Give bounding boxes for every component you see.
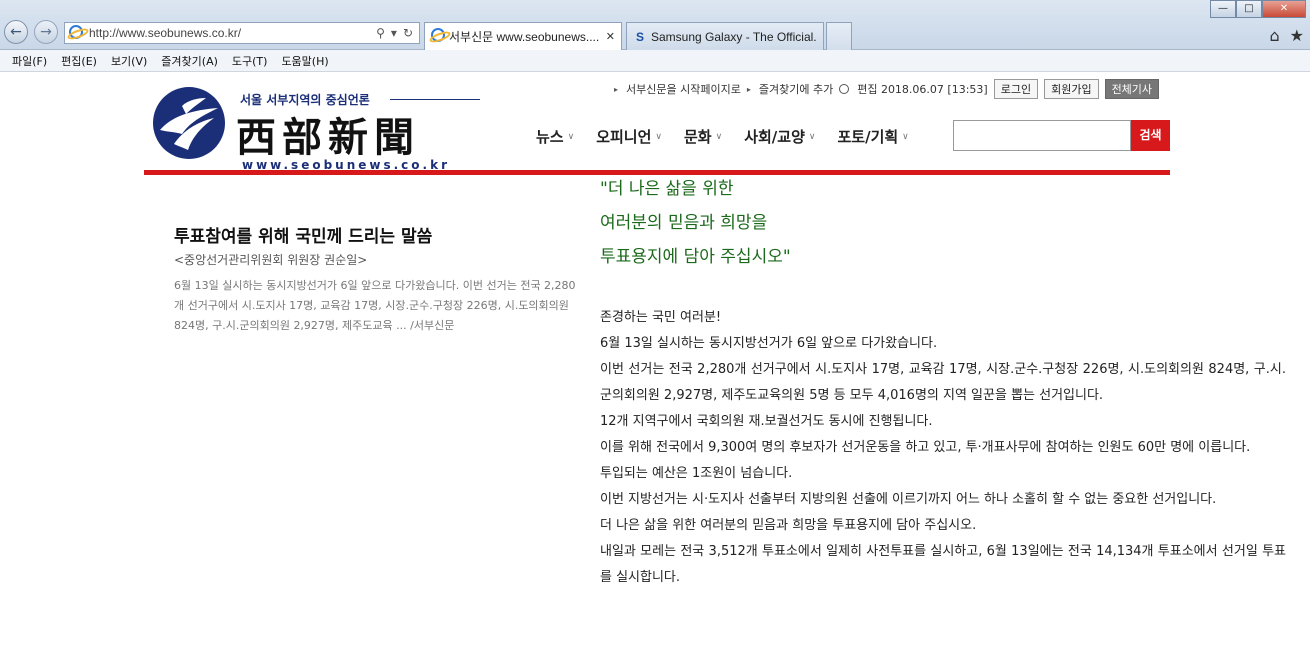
menu-file[interactable]: 파일(F) [12, 53, 47, 69]
body-paragraph: 더 나은 삶을 위한 여러분의 믿음과 희망을 투표용지에 담아 주십시오. [600, 518, 977, 533]
menu-edit[interactable]: 편집(E) [61, 53, 97, 69]
close-window-button[interactable]: ✕ [1262, 0, 1306, 18]
login-button[interactable]: 로그인 [993, 79, 1039, 99]
search-button[interactable]: 검색 [1131, 120, 1170, 151]
browser-right-icons: ⌂ ★ [1270, 26, 1305, 45]
samsung-favicon-icon: S [635, 29, 644, 44]
forward-button[interactable]: → [34, 20, 58, 44]
article-subhead: <중앙선거관리위원회 위원장 권순일> [174, 253, 368, 267]
back-arrow-icon: ← [10, 24, 22, 40]
favorites-star-icon[interactable]: ★ [1290, 26, 1304, 45]
tab-seobunews[interactable]: 서부신문 www.seobunews.... ✕ [424, 22, 622, 50]
chevron-down-icon: ∨ [655, 131, 662, 142]
body-paragraph: 내일과 모레는 전국 3,512개 투표소에서 일제히 사전투표를 실시하고, … [600, 544, 1286, 585]
body-paragraph: 투입되는 예산은 1조원이 넘습니다. [600, 466, 793, 481]
nav-label: 포토/기획 [837, 128, 899, 146]
utility-links: ▸ 서부신문을 시작페이지로 ▸ 즐겨찾기에 추가 편집 2018.06.07 … [614, 79, 1160, 99]
home-icon[interactable]: ⌂ [1270, 26, 1280, 45]
all-articles-button[interactable]: 전체기사 [1104, 79, 1160, 99]
dropdown-icon[interactable]: ▾ [391, 26, 397, 40]
new-tab-button[interactable] [826, 22, 852, 50]
body-paragraph: 이번 선거는 전국 2,280개 선거구에서 시.도지사 17명, 교육감 17… [600, 362, 1286, 403]
menu-bar: 파일(F) 편집(E) 보기(V) 즐겨찾기(A) 도구(T) 도움말(H) [0, 50, 1310, 72]
nav-label: 뉴스 [536, 128, 564, 146]
maximize-button[interactable]: □ [1236, 0, 1262, 18]
quote-line: 투표용지에 담아 주십시오" [600, 247, 791, 267]
logo-emblem-icon [153, 87, 225, 159]
nav-photo[interactable]: 포토/기획 ∨ [837, 126, 908, 147]
body-paragraph: 이를 위해 전국에서 9,300여 명의 후보자가 선거운동을 하고 있고, 투… [600, 440, 1251, 455]
tab-title: 서부신문 www.seobunews.... [449, 30, 600, 44]
article-summary[interactable]: 6월 13일 실시하는 동시지방선거가 6일 앞으로 다가왔습니다. 이번 선거… [174, 276, 580, 336]
edit-time: 편집 2018.06.07 [13:53] [857, 83, 988, 96]
tab-samsung[interactable]: S Samsung Galaxy - The Official... [626, 22, 824, 50]
article-body: "더 나은 삶을 위한 여러분의 믿음과 희망을 투표용지에 담아 주십시오" … [600, 172, 1286, 591]
chevron-down-icon: ∨ [567, 131, 575, 142]
menu-help[interactable]: 도움말(H) [281, 53, 328, 69]
article-headline[interactable]: 투표참여를 위해 국민께 드리는 말씀 [174, 222, 580, 247]
body-paragraph: 이번 지방선거는 시·도지사 선출부터 지방의원 선출에 이르기까지 어느 하나… [600, 492, 1217, 507]
nav-label: 오피니언 [596, 128, 652, 146]
minimize-button[interactable]: — [1210, 0, 1236, 18]
site-name: 西部新聞 [236, 114, 420, 161]
bullet-icon: ▸ [746, 84, 751, 94]
set-start-page-link[interactable]: 서부신문을 시작페이지로 [626, 81, 741, 97]
quote-line: 여러분의 믿음과 희망을 [600, 213, 768, 233]
quote-line: "더 나은 삶을 위한 [600, 179, 734, 199]
ie-icon [431, 28, 445, 45]
search-input[interactable] [953, 120, 1131, 151]
chevron-down-icon: ∨ [715, 131, 723, 142]
refresh-icon[interactable]: ↻ [403, 26, 413, 40]
window-controls: — □ ✕ [1210, 0, 1306, 18]
search-icon[interactable]: ⚲ [376, 26, 385, 40]
menu-tools[interactable]: 도구(T) [232, 53, 268, 69]
site-logo[interactable]: 서울 서부지역의 중심언론 西部新聞 www.seobunews.co.kr [152, 83, 482, 172]
address-url[interactable]: http://www.seobunews.co.kr/ [89, 26, 376, 40]
address-bar[interactable]: http://www.seobunews.co.kr/ ⚲ ▾ ↻ [64, 22, 420, 44]
nav-culture[interactable]: 문화 ∨ [684, 126, 722, 147]
chevron-down-icon: ∨ [902, 131, 909, 142]
nav-label: 사회/교양 [744, 128, 805, 146]
forward-arrow-icon: → [40, 24, 52, 40]
browser-chrome: ← → http://www.seobunews.co.kr/ ⚲ ▾ ↻ 서부… [0, 0, 1310, 50]
ie-icon [69, 25, 85, 41]
article-card[interactable]: 투표참여를 위해 국민께 드리는 말씀 <중앙선거관리위원회 위원장 권순일> … [174, 222, 580, 336]
close-tab-icon[interactable]: ✕ [606, 30, 615, 43]
bullet-icon: ▸ [614, 84, 619, 94]
clock-icon [839, 84, 850, 94]
nav-news[interactable]: 뉴스 ∨ [536, 126, 574, 147]
back-button[interactable]: ← [4, 20, 28, 44]
signup-button[interactable]: 회원가입 [1044, 79, 1099, 99]
add-favorite-link[interactable]: 즐겨찾기에 추가 [759, 81, 833, 97]
menu-view[interactable]: 보기(V) [111, 53, 147, 69]
body-paragraph: 존경하는 국민 여러분! [600, 310, 722, 325]
body-paragraph: 12개 지역구에서 국회의원 재.보궐선거도 동시에 진행됩니다. [600, 414, 933, 429]
main-navigation: 뉴스 ∨ 오피니언 ∨ 문화 ∨ 사회/교양 ∨ 포토/기획 ∨ [536, 126, 931, 147]
body-paragraph: 6월 13일 실시하는 동시지방선거가 6일 앞으로 다가왔습니다. [600, 336, 938, 351]
slogan-divider [390, 99, 480, 100]
tab-title: Samsung Galaxy - The Official... [651, 29, 817, 44]
nav-society[interactable]: 사회/교양 ∨ [744, 126, 815, 147]
web-page: 서울 서부지역의 중심언론 西部新聞 www.seobunews.co.kr ▸… [0, 72, 1310, 671]
chevron-down-icon: ∨ [808, 131, 816, 142]
menu-favorites[interactable]: 즐겨찾기(A) [161, 53, 218, 69]
nav-opinion[interactable]: 오피니언 ∨ [596, 126, 662, 147]
nav-label: 문화 [684, 128, 712, 146]
